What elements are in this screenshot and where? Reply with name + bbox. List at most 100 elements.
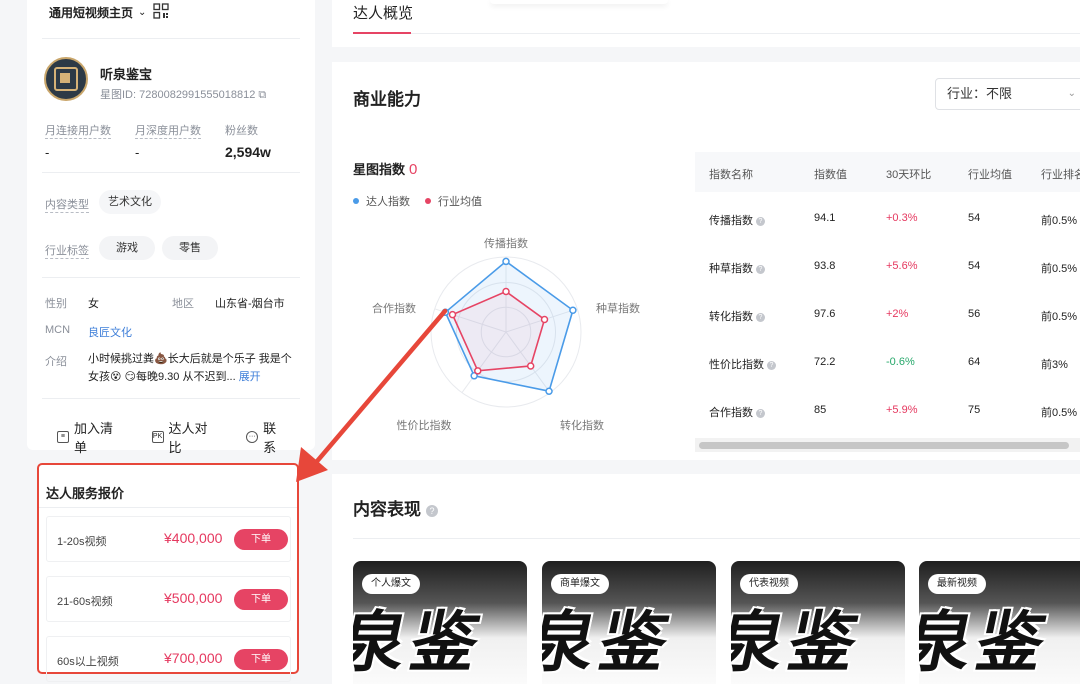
- compare-button[interactable]: PK 达人对比: [151, 418, 221, 456]
- radar-axis-label: 传播指数: [484, 236, 528, 250]
- cell-text: +0.3%: [886, 212, 918, 224]
- stat-value: -: [45, 145, 50, 160]
- video-card[interactable]: 泉鉴 最新视频: [919, 561, 1080, 684]
- table-cell-change: +0.3%: [886, 212, 918, 224]
- chevron-down-icon: ⌄: [138, 7, 147, 18]
- region-value: 山东省-烟台市: [215, 298, 285, 310]
- stat-label: 月深度用户数: [135, 122, 201, 139]
- radar-point[interactable]: [441, 308, 450, 317]
- content-performance-section: 内容表现? 泉鉴 个人爆文 泉鉴 商单爆文 泉鉴 代表视频 泉鉴 最新视频: [332, 474, 1080, 684]
- radar-point[interactable]: [474, 367, 482, 375]
- table-cell-value: 93.8: [814, 260, 835, 272]
- cell-text: 前3%: [1041, 359, 1068, 371]
- help-icon[interactable]: ?: [756, 216, 765, 226]
- contact-button[interactable]: ··· 联系: [246, 418, 289, 456]
- add-to-list-button[interactable]: ≡ 加入清单: [57, 418, 126, 456]
- radar-point[interactable]: [540, 315, 549, 324]
- page-type-select[interactable]: 通用短视频主页 ⌄: [49, 4, 146, 21]
- table-scrollbar[interactable]: [695, 438, 1080, 452]
- radar-point[interactable]: [502, 257, 510, 266]
- table-cell-avg: 64: [968, 356, 980, 368]
- cell-text: +2%: [886, 308, 909, 320]
- mcn-link[interactable]: 良匠文化: [88, 324, 132, 340]
- stat-monthly-connect: 月连接用户数 -: [45, 122, 135, 160]
- cell-text: 种草指数: [709, 263, 753, 275]
- price-name: 1-20s视频: [57, 536, 107, 548]
- cell-text: 72.2: [814, 356, 836, 368]
- expand-link[interactable]: 展开: [239, 371, 261, 383]
- thumbnail-art: 泉鉴: [919, 603, 1059, 681]
- cell-text: 前0.5%: [1041, 215, 1078, 227]
- industry-filter-select[interactable]: 行业：不限 ⌄: [935, 78, 1080, 110]
- chevron-down-icon: ⌄: [1067, 88, 1076, 99]
- divider: [42, 277, 300, 278]
- video-card[interactable]: 泉鉴 个人爆文: [353, 561, 527, 684]
- thumbnail-art: 泉鉴: [353, 603, 493, 681]
- stats-row: 月连接用户数 - 月深度用户数 - 粉丝数 2,594w: [45, 122, 315, 160]
- legend-dot: [425, 198, 431, 204]
- content-type-tag: 艺术文化: [99, 190, 161, 214]
- help-icon[interactable]: ?: [756, 264, 765, 274]
- price-value: ¥500,000: [164, 590, 223, 606]
- region-label: 地区: [172, 298, 194, 310]
- table-cell-rank: 前0.5%: [1041, 260, 1077, 276]
- creator-profile-card: 通用短视频主页 ⌄ 听泉鉴宝 星图ID: 7280082991555018812…: [27, 0, 315, 455]
- table-cell-avg: 56: [968, 308, 980, 320]
- table-header-cell: 行业排名: [1041, 169, 1080, 181]
- help-icon[interactable]: ?: [756, 408, 765, 418]
- radar-point[interactable]: [545, 387, 553, 395]
- tab-overview[interactable]: 达人概览: [353, 2, 413, 23]
- cell-text: 前0.5%: [1041, 263, 1078, 275]
- table-cell-name: 传播指数?: [709, 212, 765, 228]
- qr-code-icon[interactable]: [153, 3, 169, 19]
- xingtu-index-value: 0: [409, 161, 418, 178]
- order-button[interactable]: 下单: [234, 529, 288, 550]
- service-price-card: 达人服务报价 1-20s视频 ¥400,000 下单 21-60s视频 ¥500…: [37, 463, 299, 682]
- legend-item[interactable]: 行业均值: [425, 193, 482, 209]
- help-icon[interactable]: ?: [756, 312, 765, 322]
- video-card-badge: 个人爆文: [362, 574, 420, 594]
- copy-icon[interactable]: ⧉: [258, 89, 266, 101]
- radar-point[interactable]: [526, 362, 535, 370]
- help-icon[interactable]: ?: [426, 504, 438, 517]
- avatar[interactable]: [44, 57, 88, 101]
- radar-legend: 达人指数 行业均值: [353, 193, 497, 209]
- radar-point[interactable]: [502, 287, 510, 296]
- table-cell-change: -0.6%: [886, 356, 915, 368]
- table-cell-rank: 前0.5%: [1041, 404, 1077, 420]
- legend-label: 达人指数: [366, 196, 410, 208]
- divider: [42, 172, 300, 173]
- help-icon[interactable]: ?: [767, 360, 776, 370]
- cell-text: 54: [968, 212, 981, 224]
- xingtu-index-label: 星图指数: [353, 162, 406, 177]
- order-button[interactable]: 下单: [234, 649, 288, 670]
- scrollbar-thumb[interactable]: [699, 442, 1069, 449]
- profile-actions: ≡ 加入清单 PK 达人对比 ··· 联系: [57, 418, 315, 456]
- compare-label: 达人对比: [168, 421, 208, 455]
- section-title: 商业能力: [353, 90, 421, 109]
- cell-text: 合作指数: [709, 407, 753, 419]
- business-ability-section: 商业能力 行业：不限 ⌄ 星图指数 0 达人指数 行业均值 传播指数 种草指数 转化指…: [332, 62, 1080, 460]
- video-card[interactable]: 泉鉴 代表视频: [731, 561, 905, 684]
- legend-item[interactable]: 达人指数: [353, 193, 410, 209]
- cell-text: 56: [968, 308, 981, 320]
- table-cell-change: +2%: [886, 308, 908, 320]
- thumbnail-art: 泉鉴: [542, 603, 682, 681]
- cell-text: 85: [814, 404, 827, 416]
- bio-label: 介绍: [45, 356, 67, 368]
- price-row: 60s以上视频 ¥700,000 下单: [46, 636, 291, 682]
- radar-point[interactable]: [448, 310, 457, 319]
- order-button[interactable]: 下单: [234, 589, 288, 610]
- cell-text: +5.6%: [886, 260, 918, 272]
- page-type-label: 通用短视频主页: [49, 6, 134, 20]
- table-header-cell: 30天环比: [886, 169, 932, 181]
- active-tab-indicator: [353, 32, 411, 34]
- bio-content: 小时候挑过粪💩长大后就是个乐子 我是个女孩😵 😏每晚9.30 从不迟到...: [88, 353, 292, 383]
- gender-value: 女: [88, 298, 99, 310]
- divider: [42, 398, 300, 399]
- radar-point[interactable]: [569, 306, 577, 315]
- price-card-title: 达人服务报价: [46, 486, 125, 501]
- video-card[interactable]: 泉鉴 商单爆文: [542, 561, 716, 684]
- table-cell-name: 种草指数?: [709, 260, 765, 276]
- video-card-badge: 最新视频: [928, 574, 986, 594]
